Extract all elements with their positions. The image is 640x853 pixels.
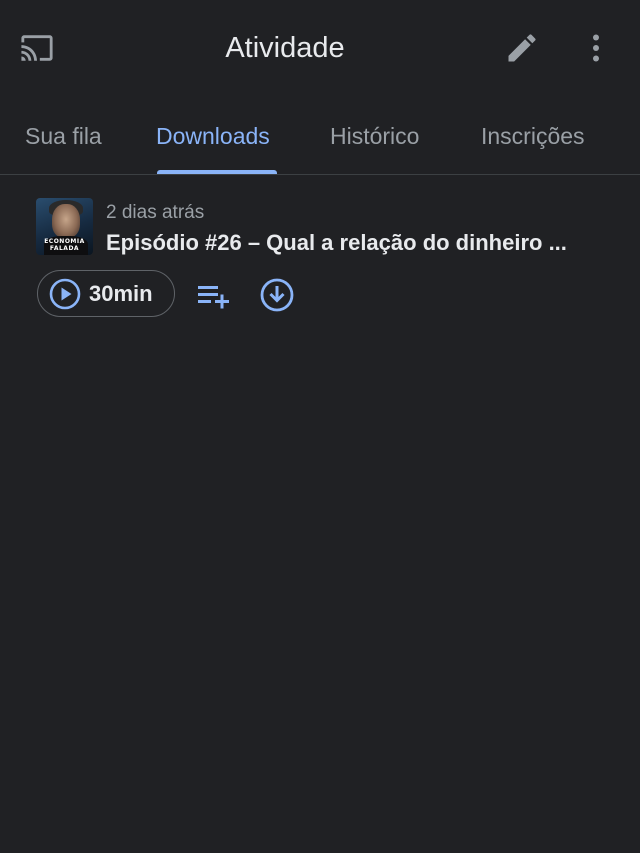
- play-circle-icon: [49, 278, 81, 310]
- play-button[interactable]: 30min: [37, 270, 175, 317]
- tab-inscricoes[interactable]: Inscrições: [481, 118, 585, 154]
- tab-downloads[interactable]: Downloads: [156, 118, 270, 154]
- top-app-bar: Atividade: [0, 0, 640, 96]
- podcast-artwork[interactable]: ECONOMIA FALADA: [36, 198, 93, 255]
- episode-title[interactable]: Episódio #26 – Qual a relação do dinheir…: [106, 228, 606, 258]
- playlist-add-icon: [198, 286, 229, 309]
- more-vert-icon: [593, 34, 599, 62]
- edit-button[interactable]: [500, 26, 544, 70]
- tab-sua-fila[interactable]: Sua fila: [25, 118, 102, 154]
- artwork-text: ECONOMIA FALADA: [44, 238, 85, 252]
- active-tab-indicator: [157, 170, 277, 174]
- add-to-queue-button[interactable]: [194, 278, 234, 312]
- edit-pencil-icon: [508, 34, 536, 62]
- activity-screen: Atividade Sua fila Downloads Histórico I…: [0, 0, 640, 853]
- episode-date: 2 dias atrás: [106, 202, 205, 223]
- episode-list-item[interactable]: ECONOMIA FALADA 2 dias atrás Episódio #2…: [36, 198, 616, 328]
- artwork-face: [52, 204, 80, 238]
- tab-bar: Sua fila Downloads Histórico Inscrições: [0, 110, 640, 175]
- download-circle-icon: [260, 278, 294, 312]
- tab-historico[interactable]: Histórico: [330, 118, 419, 154]
- download-button[interactable]: [258, 276, 296, 314]
- page-title: Atividade: [225, 32, 345, 64]
- more-options-button[interactable]: [576, 26, 616, 70]
- episode-duration: 30min: [89, 280, 153, 306]
